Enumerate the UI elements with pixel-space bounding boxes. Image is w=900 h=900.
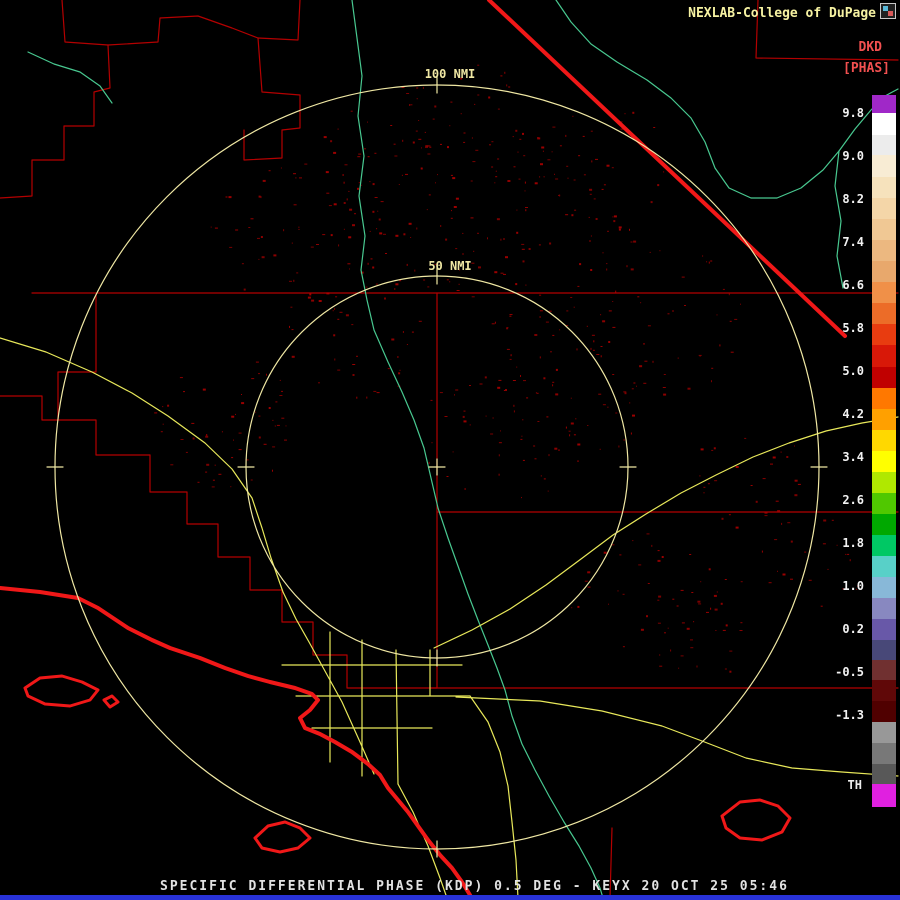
- colorbar-segment: [872, 95, 896, 113]
- colorbar-segment: [872, 113, 896, 135]
- bottom-blue-bar: [0, 895, 900, 900]
- state-line: [487, 0, 847, 338]
- colorbar-tick-label: 9.0: [842, 149, 864, 163]
- rivers: [27, 0, 899, 899]
- colorbar-segment: [872, 219, 896, 240]
- colorbar-segment: [872, 409, 896, 430]
- range-rings: 50 NMI 100 NMI: [46, 67, 828, 858]
- islands: [23, 674, 792, 854]
- colorbar-segment: [872, 345, 896, 367]
- range-ring-label: 100 NMI: [425, 67, 476, 81]
- colorbar-tick-label: 6.6: [842, 278, 864, 292]
- colorbar-segment: [872, 135, 896, 155]
- colorbar-segment: [872, 722, 896, 743]
- radar-map: 50 NMI 100 NMI: [0, 0, 899, 900]
- colorbar-segment: [872, 472, 896, 493]
- colorbar-tick-label: 9.8: [842, 106, 864, 120]
- colorbar-segment: [872, 660, 896, 680]
- colorbar-segment: [872, 367, 896, 388]
- colorbar-tick-label: 3.4: [842, 450, 864, 464]
- colorbar-tick-label: 2.6: [842, 493, 864, 507]
- colorbar-tick-label: -1.3: [835, 708, 864, 722]
- colorbar-segment: [872, 577, 896, 598]
- colorbar-segment: [872, 282, 896, 303]
- range-ring-label: 50 NMI: [428, 259, 471, 273]
- colorbar-segment: [872, 680, 896, 701]
- roads: [0, 337, 899, 899]
- colorbar-segment: [872, 743, 896, 764]
- site-title: NEXLAB-College of DuPage: [688, 6, 876, 21]
- colorbar-tick-label: 5.0: [842, 364, 864, 378]
- colorbar-tick-label: 0.2: [842, 622, 864, 636]
- colorbar-segment: [872, 451, 896, 472]
- colorbar-tick-label: 7.4: [842, 235, 864, 249]
- colorbar-tick-label: 4.2: [842, 407, 864, 421]
- colorbar-tick-label: 5.8: [842, 321, 864, 335]
- colorbar-segment: [872, 240, 896, 261]
- colorbar-segment: [872, 430, 896, 451]
- colorbar-segment: [872, 493, 896, 514]
- colorbar-segment: [872, 198, 896, 219]
- colorbar-segment: [872, 764, 896, 784]
- county-boundaries: [0, 0, 899, 899]
- product-unit-label: [PHAS]: [843, 61, 890, 76]
- colorbar-segment: [872, 261, 896, 282]
- colorbar-segment: [872, 784, 896, 807]
- colorbar-bottom-label: TH: [847, 778, 862, 792]
- product-legend-text: SPECIFIC DIFFERENTIAL PHASE (KDP) 0.5 DE…: [160, 879, 789, 894]
- colorbar-tick-label: 1.0: [842, 579, 864, 593]
- colorbar-segment: [872, 640, 896, 660]
- cod-logo-icon: [880, 3, 896, 19]
- colorbar-segment: [872, 514, 896, 535]
- coastline: [0, 586, 474, 900]
- colorbar-tick-label: 1.8: [842, 536, 864, 550]
- colorbar-segment: [872, 155, 896, 177]
- colorbar-tick-label: -0.5: [835, 665, 864, 679]
- colorbar-segment: [872, 324, 896, 345]
- product-code: DKD: [858, 40, 882, 55]
- colorbar-segment: [872, 303, 896, 324]
- colorbar: [872, 95, 896, 807]
- colorbar-segment: [872, 535, 896, 556]
- colorbar-tick-label: 8.2: [842, 192, 864, 206]
- colorbar-segment: [872, 619, 896, 640]
- colorbar-segment: [872, 388, 896, 409]
- radar-speckles: [154, 64, 860, 673]
- colorbar-segment: [872, 701, 896, 722]
- colorbar-segment: [872, 598, 896, 619]
- colorbar-segment: [872, 177, 896, 198]
- radar-display: 50 NMI 100 NMI NEXLAB-College of DuPage D…: [0, 0, 900, 900]
- colorbar-segment: [872, 556, 896, 577]
